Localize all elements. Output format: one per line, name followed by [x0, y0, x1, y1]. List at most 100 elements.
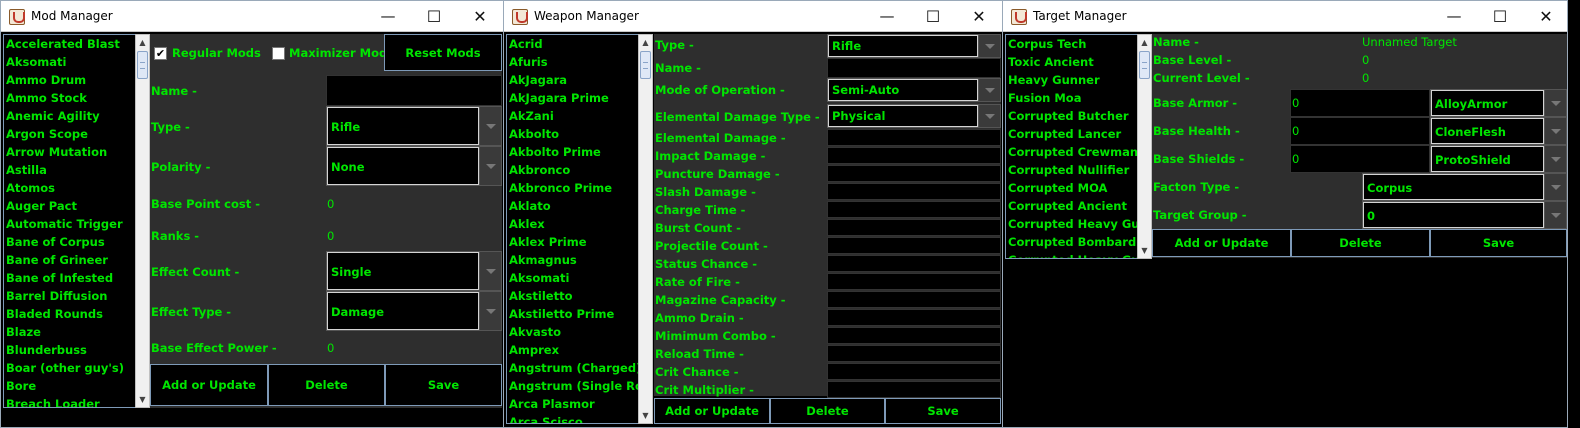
weapon-field-input[interactable]	[827, 255, 1001, 272]
scroll-down-icon[interactable]: ▼	[1138, 243, 1151, 258]
base-health-input[interactable]	[1290, 117, 1430, 145]
list-item[interactable]: Amprex	[507, 341, 639, 359]
chevron-down-icon[interactable]	[978, 105, 1000, 127]
ranks-value[interactable]: 0	[327, 229, 334, 243]
list-item[interactable]: Atomos	[4, 179, 136, 197]
title-bar[interactable]: Target Manager — ☐ ✕	[1003, 1, 1567, 32]
list-item[interactable]: Corpus Tech	[1006, 35, 1138, 53]
chevron-down-icon[interactable]	[1544, 118, 1566, 144]
list-item[interactable]: Bane of Corpus	[4, 233, 136, 251]
list-item[interactable]: Aksomati	[4, 53, 136, 71]
add-or-update-button[interactable]: Add or Update	[1152, 229, 1291, 257]
list-item[interactable]: Heavy Gunner	[1006, 71, 1138, 89]
list-item[interactable]: AkJagara	[507, 71, 639, 89]
list-item[interactable]: Barrel Diffusion	[4, 287, 136, 305]
close-button[interactable]: ✕	[457, 1, 503, 32]
list-item[interactable]: Corrupted Heavy Gunn	[1006, 215, 1138, 233]
mod-list-scrollbar[interactable]: ▲ ▼	[135, 34, 150, 408]
list-item[interactable]: Bane of Grineer	[4, 251, 136, 269]
list-item[interactable]: Akstiletto Prime	[507, 305, 639, 323]
regular-mods-checkbox[interactable]: ✔	[154, 47, 167, 60]
list-item[interactable]: Arca Plasmor	[507, 395, 639, 413]
close-button[interactable]: ✕	[956, 1, 1002, 32]
weapon-field-input[interactable]	[827, 309, 1001, 326]
list-item[interactable]: Anemic Agility	[4, 107, 136, 125]
weapon-field-input[interactable]	[827, 327, 1001, 344]
list-item[interactable]: Angstrum (Single Rock	[507, 377, 639, 395]
list-item[interactable]: Aklato	[507, 197, 639, 215]
list-item[interactable]: AkZani	[507, 107, 639, 125]
base-level-value[interactable]: 0	[1362, 53, 1369, 67]
weapon-field-input[interactable]	[827, 165, 1001, 182]
close-button[interactable]: ✕	[1523, 1, 1569, 32]
list-item[interactable]: Acrid	[507, 35, 639, 53]
elemental-damage-type-select[interactable]: Physical	[827, 104, 1001, 128]
list-item[interactable]: Ammo Drum	[4, 71, 136, 89]
title-bar[interactable]: Weapon Manager — ☐ ✕	[504, 1, 1002, 32]
add-or-update-button[interactable]: Add or Update	[150, 364, 268, 406]
scroll-up-icon[interactable]: ▲	[639, 35, 652, 50]
list-item[interactable]: Corrupted Crewman	[1006, 143, 1138, 161]
health-type-select[interactable]: CloneFlesh	[1430, 117, 1567, 145]
faction-type-select[interactable]: Corpus	[1362, 173, 1567, 201]
list-item[interactable]: Bladed Rounds	[4, 305, 136, 323]
list-item[interactable]: Corrupted Heavy Gunn	[1006, 251, 1138, 258]
weapon-field-input[interactable]	[827, 201, 1001, 218]
scroll-up-icon[interactable]: ▲	[136, 35, 149, 50]
maximize-button[interactable]: ☐	[1477, 1, 1523, 32]
save-button[interactable]: Save	[385, 364, 502, 406]
shield-type-select[interactable]: ProtoShield	[1430, 145, 1567, 173]
current-level-value[interactable]: 0	[1362, 71, 1369, 85]
chevron-down-icon[interactable]	[1544, 202, 1566, 228]
effect-count-select[interactable]: Single	[326, 251, 502, 291]
chevron-down-icon[interactable]	[1544, 90, 1566, 116]
list-item[interactable]: Akmagnus	[507, 251, 639, 269]
base-armor-input[interactable]	[1290, 89, 1430, 117]
weapon-field-input[interactable]	[827, 381, 1001, 398]
name-input[interactable]	[326, 75, 502, 106]
chevron-down-icon[interactable]	[1544, 146, 1566, 172]
scroll-down-icon[interactable]: ▼	[136, 392, 149, 407]
chevron-down-icon[interactable]	[978, 79, 1000, 101]
scroll-up-icon[interactable]: ▲	[1138, 35, 1151, 50]
list-item[interactable]: Bane of Infested	[4, 269, 136, 287]
effect-type-select[interactable]: Damage	[326, 291, 502, 331]
base-shields-input[interactable]	[1290, 145, 1430, 173]
target-list-scrollbar[interactable]: ▲ ▼	[1137, 34, 1152, 259]
chevron-down-icon[interactable]	[479, 292, 501, 330]
maximize-button[interactable]: ☐	[411, 1, 457, 32]
save-button[interactable]: Save	[1430, 229, 1567, 257]
delete-button[interactable]: Delete	[770, 398, 885, 424]
list-item[interactable]: Akstiletto	[507, 287, 639, 305]
chevron-down-icon[interactable]	[978, 35, 1000, 57]
weapon-field-input[interactable]	[827, 219, 1001, 236]
list-item[interactable]: Boar (other guy's)	[4, 359, 136, 377]
scroll-thumb[interactable]	[137, 51, 148, 79]
type-select[interactable]: Rifle	[827, 34, 1001, 58]
name-input[interactable]	[827, 58, 1001, 78]
weapon-field-input[interactable]	[827, 345, 1001, 362]
list-item[interactable]: Arrow Mutation	[4, 143, 136, 161]
list-item[interactable]: Akbolto	[507, 125, 639, 143]
list-item[interactable]: Aksomati	[507, 269, 639, 287]
delete-button[interactable]: Delete	[1291, 229, 1430, 257]
list-item[interactable]: Astilla	[4, 161, 136, 179]
minimize-button[interactable]: —	[864, 1, 910, 32]
list-item[interactable]: Corrupted Butcher	[1006, 107, 1138, 125]
mod-list[interactable]: Accelerated Blast Aksomati Ammo Drum Ammo S…	[3, 34, 137, 408]
weapon-field-input[interactable]	[827, 273, 1001, 290]
armor-type-select[interactable]: AlloyArmor	[1430, 89, 1567, 117]
list-item[interactable]: Argon Scope	[4, 125, 136, 143]
list-item[interactable]: Automatic Trigger	[4, 215, 136, 233]
title-bar[interactable]: Mod Manager — ☐ ✕	[1, 1, 503, 32]
base-point-cost-value[interactable]: 0	[327, 197, 334, 211]
list-item[interactable]: Aklex	[507, 215, 639, 233]
list-item[interactable]: Corrupted Lancer	[1006, 125, 1138, 143]
delete-button[interactable]: Delete	[268, 364, 385, 406]
list-item[interactable]: Corrupted Bombard	[1006, 233, 1138, 251]
list-item[interactable]: Arca Scisco	[507, 413, 639, 423]
weapon-field-input[interactable]	[827, 291, 1001, 308]
list-item[interactable]: Blaze	[4, 323, 136, 341]
add-or-update-button[interactable]: Add or Update	[654, 398, 770, 424]
weapon-field-input[interactable]	[827, 237, 1001, 254]
